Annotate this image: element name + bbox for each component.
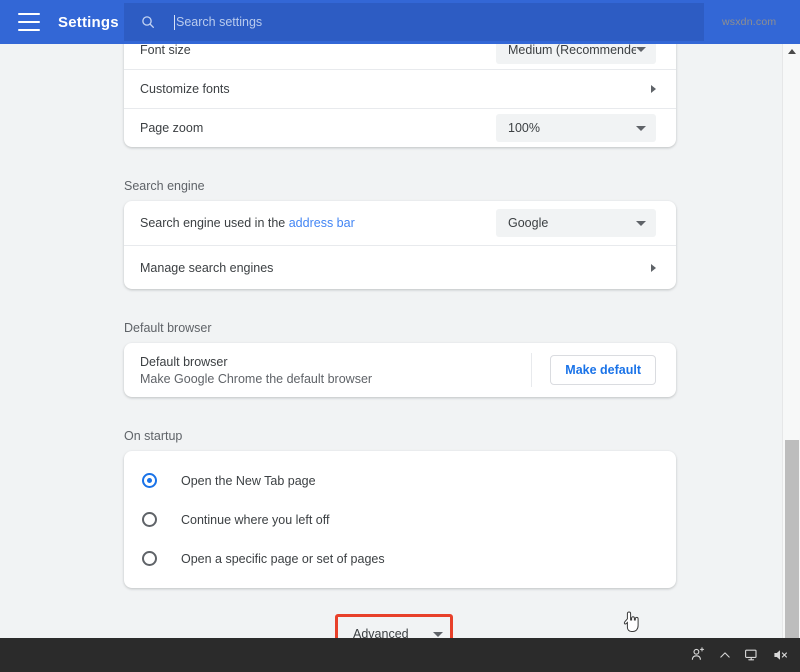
font-size-select-value: Medium (Recommended) <box>508 43 636 57</box>
radio-label-open-specific-page: Open a specific page or set of pages <box>181 552 385 566</box>
default-browser-card: Default browser Make Google Chrome the d… <box>124 343 676 397</box>
hamburger-line <box>18 13 40 15</box>
search-settings-box[interactable]: Search settings <box>124 3 704 41</box>
chevron-right-icon <box>651 264 656 272</box>
search-engine-select-value: Google <box>508 216 636 230</box>
search-engine-card: Search engine used in the address bar Go… <box>124 201 676 289</box>
radio-row-continue-where-left-off[interactable]: Continue where you left off <box>124 500 676 539</box>
radio-row-open-new-tab-page[interactable]: Open the New Tab page <box>124 461 676 500</box>
volume-muted-icon[interactable] <box>772 647 788 663</box>
default-browser-subtitle: Make Google Chrome the default browser <box>140 372 531 386</box>
network-icon[interactable] <box>744 647 760 663</box>
row-manage-search-engines-label: Manage search engines <box>140 261 651 275</box>
watermark: wsxdn.com <box>722 16 776 28</box>
text-caret <box>174 15 175 30</box>
search-icon <box>140 14 156 30</box>
radio-row-open-specific-page[interactable]: Open a specific page or set of pages <box>124 539 676 578</box>
default-browser-title: Default browser <box>140 355 531 369</box>
chevron-right-icon <box>651 85 656 93</box>
people-icon[interactable] <box>690 647 706 663</box>
section-heading-search-engine: Search engine <box>124 179 782 193</box>
section-heading-default-browser: Default browser <box>124 321 782 335</box>
chrome-settings-window: Settings Search settings Font size Mediu… <box>0 0 800 672</box>
vertical-divider <box>531 353 532 387</box>
row-search-engine-used[interactable]: Search engine used in the address bar Go… <box>124 201 676 245</box>
row-page-zoom[interactable]: Page zoom 100% <box>124 108 676 147</box>
row-manage-search-engines[interactable]: Manage search engines <box>124 245 676 289</box>
radio-icon-unselected[interactable] <box>142 512 157 527</box>
default-browser-texts: Default browser Make Google Chrome the d… <box>140 355 531 386</box>
page-title: Settings <box>58 14 119 31</box>
chevron-down-icon <box>433 632 443 637</box>
row-page-zoom-label: Page zoom <box>140 121 496 135</box>
section-heading-on-startup: On startup <box>124 429 782 443</box>
appearance-card: Font size Medium (Recommended) Customize… <box>124 30 676 147</box>
hamburger-menu-icon[interactable] <box>18 13 42 31</box>
settings-content-area: Font size Medium (Recommended) Customize… <box>0 44 782 638</box>
row-search-engine-used-label: Search engine used in the address bar <box>140 216 496 230</box>
radio-icon-selected[interactable] <box>142 473 157 488</box>
hamburger-line <box>18 29 40 31</box>
settings-top-bar: Settings Search settings <box>0 0 800 44</box>
chevron-down-icon <box>636 221 646 226</box>
page-zoom-select[interactable]: 100% <box>496 114 656 142</box>
row-font-size-label: Font size <box>140 43 496 57</box>
chevron-down-icon <box>636 47 646 52</box>
address-bar-link[interactable]: address bar <box>289 216 355 230</box>
vertical-scrollbar[interactable] <box>782 44 800 638</box>
row-customize-fonts[interactable]: Customize fonts <box>124 69 676 108</box>
windows-taskbar <box>0 638 800 672</box>
radio-label-continue-where-left-off: Continue where you left off <box>181 513 329 527</box>
search-engine-select[interactable]: Google <box>496 209 656 237</box>
chevron-down-icon <box>636 126 646 131</box>
radio-icon-unselected[interactable] <box>142 551 157 566</box>
row-default-browser: Default browser Make Google Chrome the d… <box>124 343 676 397</box>
row-search-engine-used-label-text: Search engine used in the <box>140 216 289 230</box>
show-hidden-icons-chevron-up-icon[interactable] <box>718 648 732 662</box>
search-input-placeholder: Search settings <box>176 15 262 29</box>
scroll-up-arrow-icon[interactable] <box>788 49 796 54</box>
make-default-button[interactable]: Make default <box>550 355 656 385</box>
radio-label-open-new-tab-page: Open the New Tab page <box>181 474 316 488</box>
page-zoom-select-value: 100% <box>508 121 636 135</box>
hamburger-line <box>18 21 40 23</box>
row-customize-fonts-label: Customize fonts <box>140 82 651 96</box>
on-startup-card: Open the New Tab page Continue where you… <box>124 451 676 588</box>
scroll-thumb[interactable] <box>785 440 799 638</box>
